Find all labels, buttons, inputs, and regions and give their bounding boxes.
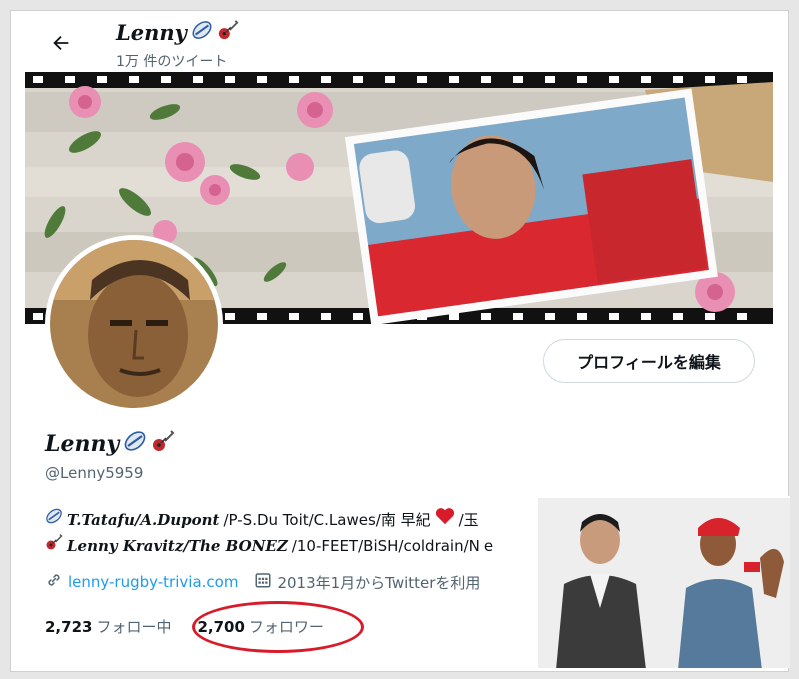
guitar-icon xyxy=(45,533,63,559)
following-value: 2,723 xyxy=(45,618,93,636)
website-link[interactable]: lenny-rugby-trivia.com xyxy=(68,573,238,591)
website-item[interactable]: lenny-rugby-trivia.com xyxy=(45,571,238,593)
profile-bio: T.Tatafu/A.Dupont/P-S.Du Toit/C.Lawes/南 … xyxy=(45,507,565,559)
guitar-icon xyxy=(151,429,175,459)
guitar-icon xyxy=(217,19,239,46)
back-arrow-icon[interactable] xyxy=(47,29,75,57)
tweet-count: 1万 件のツイート xyxy=(116,54,228,70)
profile-handle: @Lenny5959 xyxy=(45,464,144,482)
followers-highlight-annotation xyxy=(192,601,364,653)
profile-name-text: Lenny xyxy=(45,431,120,457)
profile-name: Lenny xyxy=(45,429,175,459)
joined-date: 2013年1月からTwitterを利用 xyxy=(277,573,481,592)
bio-line-1-tail: /玉 xyxy=(458,510,479,529)
bio-line-1-rest: /P-S.Du Toit/C.Lawes/南 早紀 xyxy=(223,510,431,529)
following-count[interactable]: 2,723 フォロー中 xyxy=(45,616,171,637)
profile-meta: lenny-rugby-trivia.com 2013年1月からTwitterを… xyxy=(45,571,480,593)
profile-avatar[interactable] xyxy=(45,235,223,413)
heart-icon xyxy=(435,507,455,533)
bio-line-2-tail: e xyxy=(483,536,494,555)
rugby-ball-icon xyxy=(45,507,63,533)
bio-line-2: Lenny Kravitz/The BONEZ/10-FEET/BiSH/col… xyxy=(45,533,565,559)
bio-line-1-italic: T.Tatafu/A.Dupont xyxy=(67,510,220,529)
bio-line-2-italic: Lenny Kravitz/The BONEZ xyxy=(67,536,288,555)
calendar-icon xyxy=(254,571,272,593)
edit-profile-button[interactable]: プロフィールを編集 xyxy=(543,339,755,383)
bio-line-1: T.Tatafu/A.Dupont/P-S.Du Toit/C.Lawes/南 … xyxy=(45,507,565,533)
joined-item: 2013年1月からTwitterを利用 xyxy=(254,571,480,593)
link-icon xyxy=(45,571,63,593)
following-label: フォロー中 xyxy=(96,618,172,636)
rugby-ball-icon xyxy=(123,429,147,459)
rugby-ball-icon xyxy=(191,19,213,46)
bio-line-2-rest: /10-FEET/BiSH/coldrain/N xyxy=(291,536,480,555)
header-name-text: Lenny xyxy=(116,20,187,45)
header-title: Lenny xyxy=(116,19,239,46)
inset-photo xyxy=(536,496,790,668)
